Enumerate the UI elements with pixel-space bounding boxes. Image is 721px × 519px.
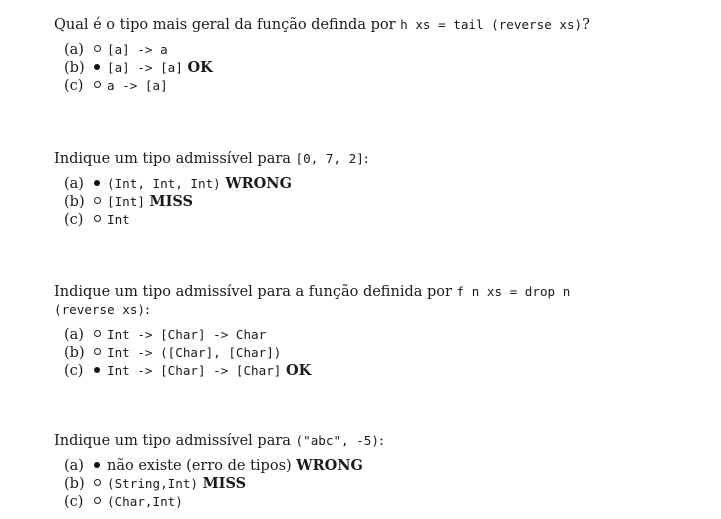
question-stem: Indique um tipo admissível para [0, 7, 2… — [54, 150, 614, 168]
options-list: (a) (Int, Int, Int) WRONG (b) [Int] MISS (… — [64, 175, 614, 229]
radio-empty-icon[interactable] — [94, 344, 107, 362]
option-c[interactable]: (c) (Char,Int) — [64, 493, 614, 511]
question-3: Indique um tipo admissível para a função… — [54, 283, 614, 380]
radio-selected-icon[interactable] — [94, 457, 107, 475]
radio-empty-icon[interactable] — [94, 493, 107, 511]
stem-code: ("abc", -5) — [295, 433, 379, 448]
option-label: (c) — [64, 363, 84, 379]
radio-empty-icon[interactable] — [94, 211, 107, 229]
verdict-label: OK — [187, 59, 213, 76]
option-code: (String,Int) — [107, 476, 198, 491]
radio-empty-icon[interactable] — [94, 326, 107, 344]
radio-selected-icon[interactable] — [94, 175, 107, 193]
verdict-label: OK — [286, 362, 312, 379]
option-label: (a) — [64, 458, 84, 474]
option-label: (b) — [64, 476, 85, 492]
option-text: não existe (erro de tipos) — [107, 458, 292, 474]
option-code: Int — [107, 212, 130, 227]
stem-tail: : — [363, 151, 369, 167]
option-label: (c) — [64, 494, 84, 510]
option-a[interactable]: (a) não existe (erro de tipos) WRONG — [64, 457, 614, 475]
verdict-label: MISS — [149, 193, 193, 210]
verdict-label: MISS — [202, 475, 247, 492]
option-code: [a] -> a — [107, 42, 168, 57]
option-code: Int -> [Char] -> Char — [107, 327, 267, 342]
option-code: Int -> ([Char], [Char]) — [107, 345, 282, 360]
option-a[interactable]: (a) (Int, Int, Int) WRONG — [64, 175, 614, 193]
question-1: Qual é o tipo mais geral da função defin… — [54, 16, 614, 95]
option-a[interactable]: (a) [a] -> a — [64, 41, 614, 59]
option-b[interactable]: (b) [Int] MISS — [64, 193, 614, 211]
option-a[interactable]: (a) Int -> [Char] -> Char — [64, 326, 614, 344]
option-label: (b) — [64, 345, 85, 361]
option-code: [a] -> [a] — [107, 60, 183, 75]
option-c[interactable]: (c) Int — [64, 211, 614, 229]
question-stem: Indique um tipo admissível para a função… — [54, 283, 574, 319]
stem-text: Indique um tipo admissível para — [54, 151, 296, 167]
verdict-label: WRONG — [296, 457, 363, 474]
question-stem: Indique um tipo admissível para ("abc", … — [54, 432, 614, 450]
option-c[interactable]: (c) Int -> [Char] -> [Char] OK — [64, 362, 614, 380]
verdict-label: WRONG — [225, 175, 292, 192]
option-label: (b) — [64, 60, 85, 76]
option-label: (a) — [64, 42, 84, 58]
question-4: Indique um tipo admissível para ("abc", … — [54, 432, 614, 511]
option-b[interactable]: (b) Int -> ([Char], [Char]) — [64, 344, 614, 362]
radio-empty-icon[interactable] — [94, 41, 107, 59]
option-b[interactable]: (b) [a] -> [a] OK — [64, 59, 614, 77]
option-code: a -> [a] — [107, 78, 168, 93]
stem-code: [0, 7, 2] — [295, 151, 364, 166]
option-code: (Char,Int) — [107, 494, 183, 509]
option-label: (c) — [64, 78, 84, 94]
option-label: (a) — [64, 327, 84, 343]
radio-empty-icon[interactable] — [94, 193, 107, 211]
option-c[interactable]: (c) a -> [a] — [64, 77, 614, 95]
question-stem: Qual é o tipo mais geral da função defin… — [54, 16, 614, 34]
option-b[interactable]: (b) (String,Int) MISS — [64, 475, 614, 493]
option-label: (b) — [64, 194, 85, 210]
options-list: (a) [a] -> a (b) [a] -> [a] OK (c) a -> [a] — [64, 41, 614, 95]
radio-selected-icon[interactable] — [94, 362, 107, 380]
option-code: (Int, Int, Int) — [107, 176, 221, 191]
option-label: (a) — [64, 176, 84, 192]
question-2: Indique um tipo admissível para [0, 7, 2… — [54, 150, 614, 229]
stem-code: h xs = tail (reverse xs) — [400, 17, 583, 32]
radio-selected-icon[interactable] — [94, 59, 107, 77]
options-list: (a) Int -> [Char] -> Char (b) Int -> ([Cha… — [64, 326, 614, 380]
stem-text: Indique um tipo admissível para a função… — [54, 284, 457, 300]
stem-tail: : — [145, 302, 150, 318]
stem-text: Indique um tipo admissível para — [54, 433, 296, 449]
radio-empty-icon[interactable] — [94, 77, 107, 95]
stem-tail: ? — [582, 17, 590, 33]
options-list: (a) não existe (erro de tipos) WRONG (b)(… — [64, 457, 614, 511]
stem-text: Qual é o tipo mais geral da função defin… — [54, 17, 401, 33]
option-code: Int -> [Char] -> [Char] — [107, 363, 282, 378]
stem-tail: : — [378, 433, 384, 449]
option-code: [Int] — [107, 194, 145, 209]
radio-empty-icon[interactable] — [94, 475, 107, 493]
option-label: (c) — [64, 212, 84, 228]
